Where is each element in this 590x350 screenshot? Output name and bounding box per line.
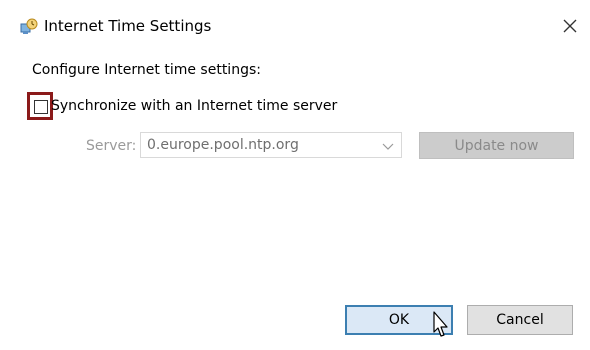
internet-time-settings-dialog: Internet Time Settings Configure Interne… [0,0,590,350]
server-label: Server: [86,138,137,154]
server-combobox[interactable]: 0.europe.pool.ntp.org [140,132,402,158]
close-icon [563,19,577,33]
sync-checkbox[interactable] [34,100,48,114]
clock-network-icon [20,18,38,34]
sync-checkbox-label[interactable]: Synchronize with an Internet time server [51,98,337,114]
close-button[interactable] [554,10,586,42]
update-now-button[interactable]: Update now [419,132,574,159]
server-value[interactable]: 0.europe.pool.ntp.org [147,137,299,153]
checkbox-highlight-frame [27,92,53,120]
cancel-button[interactable]: Cancel [467,305,573,335]
title-bar: Internet Time Settings [0,0,590,48]
window-title: Internet Time Settings [44,17,212,35]
chevron-down-icon[interactable] [381,139,395,153]
section-heading: Configure Internet time settings: [32,62,261,78]
mouse-cursor-icon [433,311,448,337]
